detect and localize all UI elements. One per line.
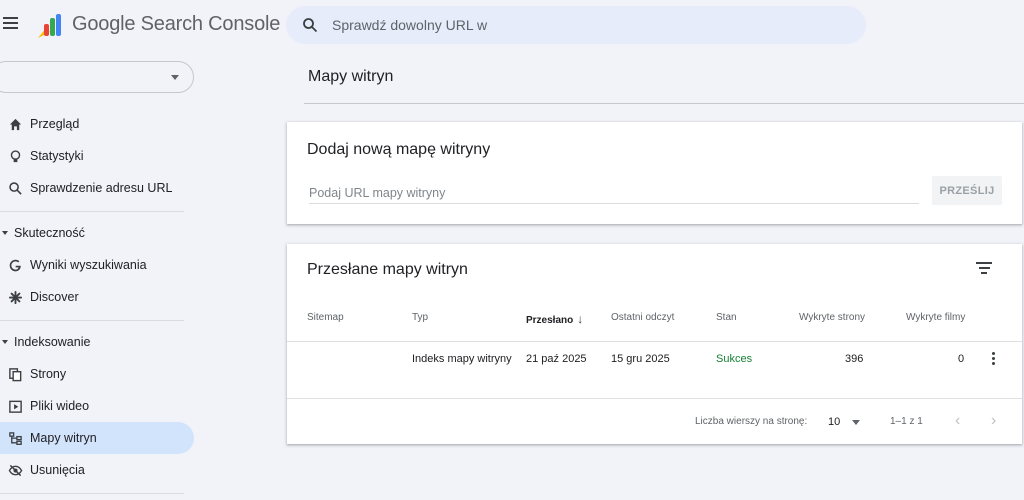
chevron-down-icon (171, 75, 179, 80)
cell-discovered-videos: 0 (958, 353, 965, 365)
sidebar-item-label: Usunięcia (30, 463, 85, 477)
submitted-sitemaps-card: Przesłane mapy witryn Sitemap Typ Przesł… (287, 244, 1022, 444)
column-header-discovered-pages[interactable]: Wykryte strony (799, 312, 865, 323)
sidebar-item-url-inspection[interactable]: Sprawdzenie adresu URL (0, 172, 194, 204)
column-header-last-read[interactable]: Ostatni odczyt (611, 312, 674, 323)
asterisk-icon (8, 290, 22, 304)
rows-per-page-value: 10 (828, 416, 841, 428)
sidebar-item-search-results[interactable]: Wyniki wyszukiwania (0, 249, 194, 281)
column-header-sitemap[interactable]: Sitemap (307, 312, 344, 323)
sidebar-divider (0, 493, 184, 494)
row-divider (287, 398, 1022, 399)
sidebar-item-label: Strony (30, 367, 67, 381)
sidebar-item-discover[interactable]: Discover (0, 281, 194, 313)
lightbulb-icon (10, 149, 20, 162)
title-divider (304, 103, 1024, 104)
sidebar-item-label: Przegląd (30, 117, 80, 131)
sidebar-section-label: Skuteczność (14, 226, 85, 240)
sitemap-url-input[interactable] (309, 182, 919, 204)
home-icon (9, 118, 21, 130)
sidebar-item-label: Discover (30, 290, 79, 304)
sidebar-item-video-pages[interactable]: Pliki wideo (0, 390, 194, 422)
search-input[interactable] (332, 17, 812, 33)
cell-last-read: 15 gru 2025 (611, 353, 670, 365)
sidebar-section-performance[interactable]: Skuteczność (0, 223, 85, 243)
sidebar-item-pages[interactable]: Strony (0, 358, 194, 390)
sitemap-icon (8, 431, 22, 445)
submit-button[interactable]: PRZEŚLIJ (932, 176, 1002, 205)
column-header-label: Przesłano (526, 315, 574, 326)
arrow-down-icon: ↓ (577, 312, 584, 326)
property-selector[interactable] (0, 61, 194, 93)
chevron-down-icon (852, 419, 861, 425)
sidebar-item-label: Pliki wideo (30, 399, 90, 413)
sidebar-item-label: Statystyki (30, 149, 84, 163)
column-header-type[interactable]: Typ (412, 312, 428, 323)
caret-down-icon (2, 231, 8, 235)
submitted-sitemaps-title: Przesłane mapy witryn (307, 261, 468, 278)
app-title[interactable]: Google Search Console (72, 13, 280, 36)
sidebar-item-label: Sprawdzenie adresu URL (30, 181, 173, 195)
menu-icon[interactable] (3, 17, 18, 30)
column-header-discovered-videos[interactable]: Wykryte filmy (906, 312, 965, 323)
previous-page-icon[interactable]: ‹ (955, 412, 960, 430)
column-header-status[interactable]: Stan (716, 312, 737, 323)
sidebar-section-indexing[interactable]: Indeksowanie (0, 332, 90, 352)
sidebar-item-label: Wyniki wyszukiwania (30, 258, 147, 272)
sidebar-section-label: Indeksowanie (14, 335, 91, 349)
sidebar-item-label: Mapy witryn (30, 431, 97, 445)
eye-off-icon (8, 464, 22, 476)
sidebar-divider (0, 211, 184, 212)
sidebar-item-removals[interactable]: Usunięcia (0, 454, 194, 486)
url-inspection-search[interactable] (286, 6, 866, 44)
search-console-logo (38, 14, 61, 38)
filter-icon[interactable] (976, 262, 992, 276)
cell-submitted: 21 paź 2025 (526, 353, 587, 365)
sidebar-item-sitemaps[interactable]: Mapy witryn (0, 422, 194, 454)
cell-discovered-pages: 396 (845, 353, 864, 365)
pages-icon (8, 367, 21, 381)
next-page-icon[interactable]: › (991, 412, 996, 430)
video-pages-icon (8, 400, 22, 413)
google-g-icon (9, 259, 21, 271)
page-title: Mapy witryn (308, 68, 394, 85)
sidebar-divider (0, 320, 184, 321)
search-icon (8, 181, 22, 195)
header-divider (287, 341, 1022, 342)
column-header-submitted[interactable]: Przesłano ↓ (526, 312, 583, 326)
sidebar-item-statistics[interactable]: Statystyki (0, 140, 194, 172)
rows-per-page-label: Liczba wierszy na stronę: (695, 416, 808, 427)
add-sitemap-card: Dodaj nową mapę witryny PRZEŚLIJ (287, 122, 1022, 224)
rows-per-page-select[interactable]: 10 (828, 413, 864, 431)
pagination-range: 1–1 z 1 (890, 416, 923, 427)
more-options-icon[interactable] (990, 352, 996, 368)
add-sitemap-title: Dodaj nową mapę witryny (307, 141, 491, 158)
cell-status: Sukces (716, 353, 753, 365)
sidebar-item-overview[interactable]: Przegląd (0, 108, 194, 140)
search-icon (303, 18, 318, 33)
cell-type: Indeks mapy witryny (412, 353, 512, 365)
caret-down-icon (2, 340, 8, 344)
